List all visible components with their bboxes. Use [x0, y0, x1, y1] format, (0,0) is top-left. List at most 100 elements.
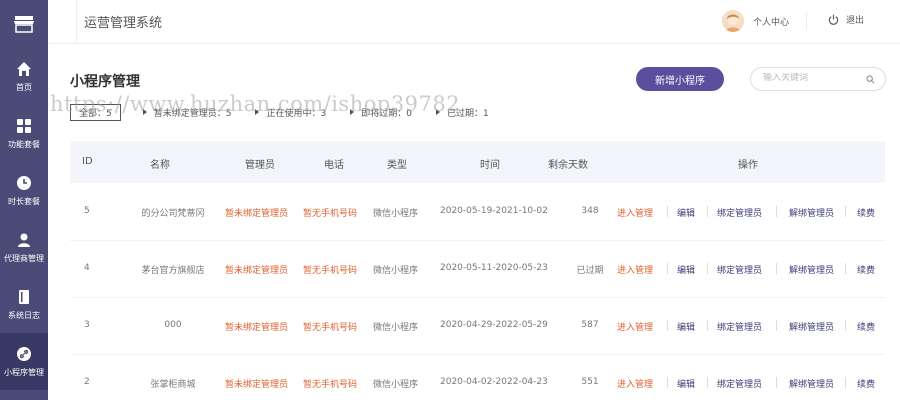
- triangle-icon: [435, 109, 440, 115]
- cell-days-left: 已过期: [576, 266, 604, 276]
- column-header-actions: 操作: [738, 160, 758, 171]
- bind-admin-link[interactable]: 绑定管理员: [717, 263, 762, 276]
- action-divider: [776, 377, 777, 388]
- person-icon: [18, 233, 30, 247]
- edit-link[interactable]: 编辑: [677, 206, 695, 219]
- action-divider: [707, 263, 708, 274]
- cell-name: 000: [164, 320, 182, 330]
- book-icon: [19, 289, 29, 304]
- search-icon[interactable]: [866, 75, 875, 84]
- page-title: 小程序管理: [70, 74, 140, 90]
- sidebar-item-label: 首页: [16, 82, 32, 92]
- link-icon: [17, 346, 31, 361]
- filter-label: 暂未绑定管理员：5: [153, 108, 232, 119]
- cell-type: 微信小程序: [373, 266, 419, 276]
- avatar: [722, 10, 744, 32]
- divider: [76, 0, 77, 44]
- power-icon: [828, 14, 839, 25]
- sidebar-item-label: 功能套餐: [8, 139, 40, 149]
- action-divider: [776, 320, 777, 331]
- renew-link[interactable]: 续费: [857, 377, 875, 390]
- column-header-time: 时间: [480, 160, 500, 171]
- sidebar-item-home[interactable]: 首页: [0, 48, 48, 105]
- sidebar-item-duration-package[interactable]: 时长套餐: [0, 162, 48, 219]
- triangle-icon: [350, 109, 355, 115]
- unbind-admin-link[interactable]: 解绑管理员: [789, 377, 834, 390]
- action-divider: [707, 206, 708, 217]
- renew-link[interactable]: 续费: [857, 206, 875, 219]
- action-divider: [845, 263, 846, 274]
- cell-time: 2020-04-02-2022-04-23: [440, 377, 548, 387]
- table-row: 5 的分公司梵蒂冈 暂未绑定管理员 暂无手机号码 微信小程序 2020-05-19-202…: [70, 184, 885, 241]
- cell-days-left: 551: [581, 377, 599, 387]
- sidebar-item-label: 系统日志: [8, 310, 40, 320]
- renew-link[interactable]: 续费: [857, 263, 875, 276]
- column-header-phone: 电话: [324, 160, 344, 171]
- table-header: ID 名称 管理员 电话 类型 时间 剩余天数 操作: [70, 141, 885, 183]
- action-divider: [776, 206, 777, 217]
- sidebar-item-system-log[interactable]: 系统日志: [0, 276, 48, 333]
- renew-link[interactable]: 续费: [857, 320, 875, 333]
- grid-icon: [17, 118, 31, 133]
- edit-link[interactable]: 编辑: [677, 263, 695, 276]
- clock-icon: [17, 175, 31, 190]
- action-divider: [667, 263, 668, 274]
- bind-admin-link[interactable]: 绑定管理员: [717, 320, 762, 333]
- filter-unbound-admin[interactable]: 暂未绑定管理员：5: [142, 106, 232, 119]
- add-mini-program-button[interactable]: 新增小程序: [636, 67, 724, 91]
- column-header-name: 名称: [150, 160, 170, 171]
- enter-management-link[interactable]: 进入管理: [617, 320, 653, 333]
- cell-phone: 暂无手机号码: [303, 380, 358, 390]
- action-divider: [707, 377, 708, 388]
- home-icon: [17, 61, 31, 76]
- action-divider: [667, 320, 668, 331]
- cell-id: 2: [84, 377, 90, 387]
- avatar-icon: [722, 10, 744, 32]
- logout-button[interactable]: 退出: [828, 13, 864, 26]
- user-center-link[interactable]: 个人中心: [722, 10, 789, 32]
- sidebar-item-feature-package[interactable]: 功能套餐: [0, 105, 48, 162]
- divider: [806, 12, 807, 30]
- edit-link[interactable]: 编辑: [677, 320, 695, 333]
- bind-admin-link[interactable]: 绑定管理员: [717, 377, 762, 390]
- cell-admin: 暂未绑定管理员: [225, 209, 289, 219]
- store-logo-icon[interactable]: [0, 0, 48, 48]
- sidebar-item-mini-program[interactable]: 小程序管理: [0, 333, 48, 390]
- cell-id: 4: [84, 263, 90, 273]
- cell-id: 3: [84, 320, 90, 330]
- action-divider: [845, 377, 846, 388]
- filter-all[interactable]: 全部：5: [70, 103, 121, 121]
- enter-management-link[interactable]: 进入管理: [617, 377, 653, 390]
- cell-time: 2020-05-11-2020-05-23: [440, 263, 548, 273]
- column-header-id: ID: [82, 156, 93, 167]
- enter-management-link[interactable]: 进入管理: [617, 206, 653, 219]
- filter-label: 已过期：1: [446, 108, 489, 119]
- action-divider: [667, 206, 668, 217]
- filter-in-use[interactable]: 正在使用中：3: [255, 106, 326, 119]
- triangle-icon: [142, 109, 147, 115]
- cell-days-left: 348: [581, 206, 599, 216]
- filter-label: 即将过期：0: [361, 108, 412, 119]
- store-icon: [14, 16, 34, 33]
- system-title: 运营管理系统: [84, 16, 163, 31]
- filter-expired[interactable]: 已过期：1: [435, 106, 489, 119]
- triangle-icon: [255, 109, 260, 115]
- cell-time: 2020-04-29-2022-05-29: [440, 320, 548, 330]
- edit-link[interactable]: 编辑: [677, 377, 695, 390]
- filter-expiring[interactable]: 即将过期：0: [350, 106, 412, 119]
- filter-label: 正在使用中：3: [266, 108, 327, 119]
- cell-admin: 暂未绑定管理员: [225, 266, 289, 276]
- cell-type: 微信小程序: [373, 380, 419, 390]
- search-input[interactable]: [763, 73, 863, 83]
- unbind-admin-link[interactable]: 解绑管理员: [789, 263, 834, 276]
- enter-management-link[interactable]: 进入管理: [617, 263, 653, 276]
- cell-phone: 暂无手机号码: [303, 323, 358, 333]
- cell-type: 微信小程序: [373, 323, 419, 333]
- sidebar-item-agent-management[interactable]: 代理商管理: [0, 219, 48, 276]
- unbind-admin-link[interactable]: 解绑管理员: [789, 206, 834, 219]
- sidebar-item-label: 代理商管理: [4, 253, 44, 263]
- bind-admin-link[interactable]: 绑定管理员: [717, 206, 762, 219]
- cell-phone: 暂无手机号码: [303, 266, 358, 276]
- unbind-admin-link[interactable]: 解绑管理员: [789, 320, 834, 333]
- table-row: 4 茅台官方旗舰店 暂未绑定管理员 暂无手机号码 微信小程序 2020-05-11-202…: [70, 241, 885, 298]
